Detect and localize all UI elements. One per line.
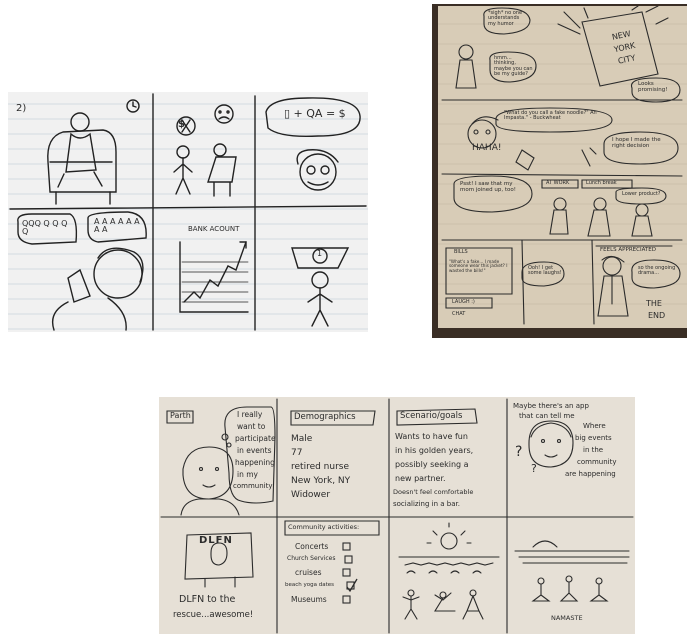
dlfn-caption-2: rescue...awesome!: [173, 610, 254, 620]
the-end-2: END: [648, 311, 666, 320]
thought-line-2: want to: [237, 422, 266, 431]
bank-title: BANK ACOUNT: [188, 225, 240, 233]
demo-age: 77: [291, 448, 303, 458]
chat-label: CHAT: [452, 311, 466, 317]
scenario-line-5: Doesn't feel comfortable: [393, 488, 474, 496]
persona-card-photo: Parth I really want to participate in ev…: [159, 397, 635, 634]
activity-museums: Museums: [291, 595, 327, 604]
scenario-line-4: new partner.: [395, 474, 446, 483]
panel-number: 2): [16, 103, 27, 114]
demo-status: Widower: [291, 490, 331, 500]
scenario-title: Scenario/goals: [400, 411, 463, 421]
storyboard-2-sketch: [432, 4, 687, 338]
storyboard-1-sketch: [8, 92, 368, 332]
storyboard-photo-2: *sigh* no one understands my humor hmm..…: [432, 4, 687, 338]
app-idea-line-1: Maybe there's an app: [513, 402, 589, 410]
thought-line-1: I really: [237, 410, 263, 419]
app-side-2: big events: [575, 434, 612, 442]
scenario-line-1: Wants to have fun: [395, 432, 468, 441]
app-side-4: community: [577, 458, 617, 466]
activity-concerts: Concerts: [295, 542, 329, 551]
app-side-5: are happening: [565, 470, 616, 478]
demo-gender: Male: [291, 434, 313, 444]
bills-text: "What's a fake... I made someone wear th…: [449, 259, 508, 273]
bubble-hmm: hmm... thinking, maybe you can be my gui…: [494, 55, 533, 77]
community-title: Community activities:: [288, 523, 360, 531]
at-work-label: AT WORK: [546, 180, 570, 186]
laugh-label: LAUGH :): [452, 299, 475, 305]
scenario-line-3: possibly seeking a: [395, 460, 469, 469]
thought-line-3: participate: [235, 434, 276, 443]
bubble-noodle: "What do you call a fake noodle?" An Imp…: [504, 110, 597, 122]
dlfn-logo: DLFN: [199, 535, 233, 546]
scenario-line-2: in his golden years,: [395, 446, 474, 455]
thought-line-4: in events: [237, 446, 272, 455]
persona-name: Parth: [170, 411, 191, 420]
activity-yoga: beach yoga dates: [285, 582, 335, 588]
activity-cruises: cruises: [295, 568, 322, 577]
bubble-pssst: Psst! I saw that my mom joined up, too!: [460, 181, 516, 193]
namaste-label: NAMASTE: [551, 614, 583, 622]
scenario-line-6: socializing in a bar.: [393, 500, 460, 508]
app-side-1: Where: [583, 422, 606, 430]
activity-church: Church Services: [287, 555, 336, 562]
thought-line-5: happening: [235, 458, 275, 467]
bubble-formula: ▯ + QA = $: [284, 107, 346, 120]
bubble-lower-product: Lower product?: [622, 191, 661, 197]
dlfn-caption-1: DLFN to the: [179, 594, 236, 605]
storyboard-photo-1: 2) $ ▯ + QA = $ QQQ Q Q Q Q A A A A A A …: [8, 92, 368, 332]
question-mark-1: ?: [515, 444, 523, 460]
question-mark-2: ?: [531, 462, 537, 475]
app-idea-line-2: that can tell me: [519, 412, 575, 420]
money-sign: $: [178, 119, 185, 130]
bills-label: BILLS: [454, 249, 468, 255]
bubble-ongoing: so the ongoing drama...: [638, 265, 676, 277]
bubble-sigh: *sigh* no one understands my humor: [488, 10, 523, 27]
thought-line-7: community: [233, 482, 273, 490]
bubble-promising: Looks promising!: [638, 81, 668, 93]
bubble-hope: I hope I made the right decision: [612, 137, 661, 149]
demo-location: New York, NY: [291, 476, 351, 486]
demographics-title: Demographics: [294, 412, 356, 422]
demo-occupation: retired nurse: [291, 462, 350, 472]
answer-chars: A A A A A A A A: [94, 217, 140, 235]
bubble-ooh: Ooh! I get some laughs!: [528, 265, 562, 277]
question-chars: QQQ Q Q Q Q: [22, 219, 68, 237]
thought-line-6: in my: [237, 470, 258, 479]
the-end-1: THE: [646, 299, 662, 308]
coin-label: 1: [317, 249, 323, 258]
app-side-3: in the: [583, 446, 604, 454]
lunch-break-label: Lunch break: [586, 180, 617, 186]
feels-appreciated-label: FEELS APPRECIATED: [600, 247, 656, 253]
haha-text: HAHA!: [472, 143, 502, 153]
